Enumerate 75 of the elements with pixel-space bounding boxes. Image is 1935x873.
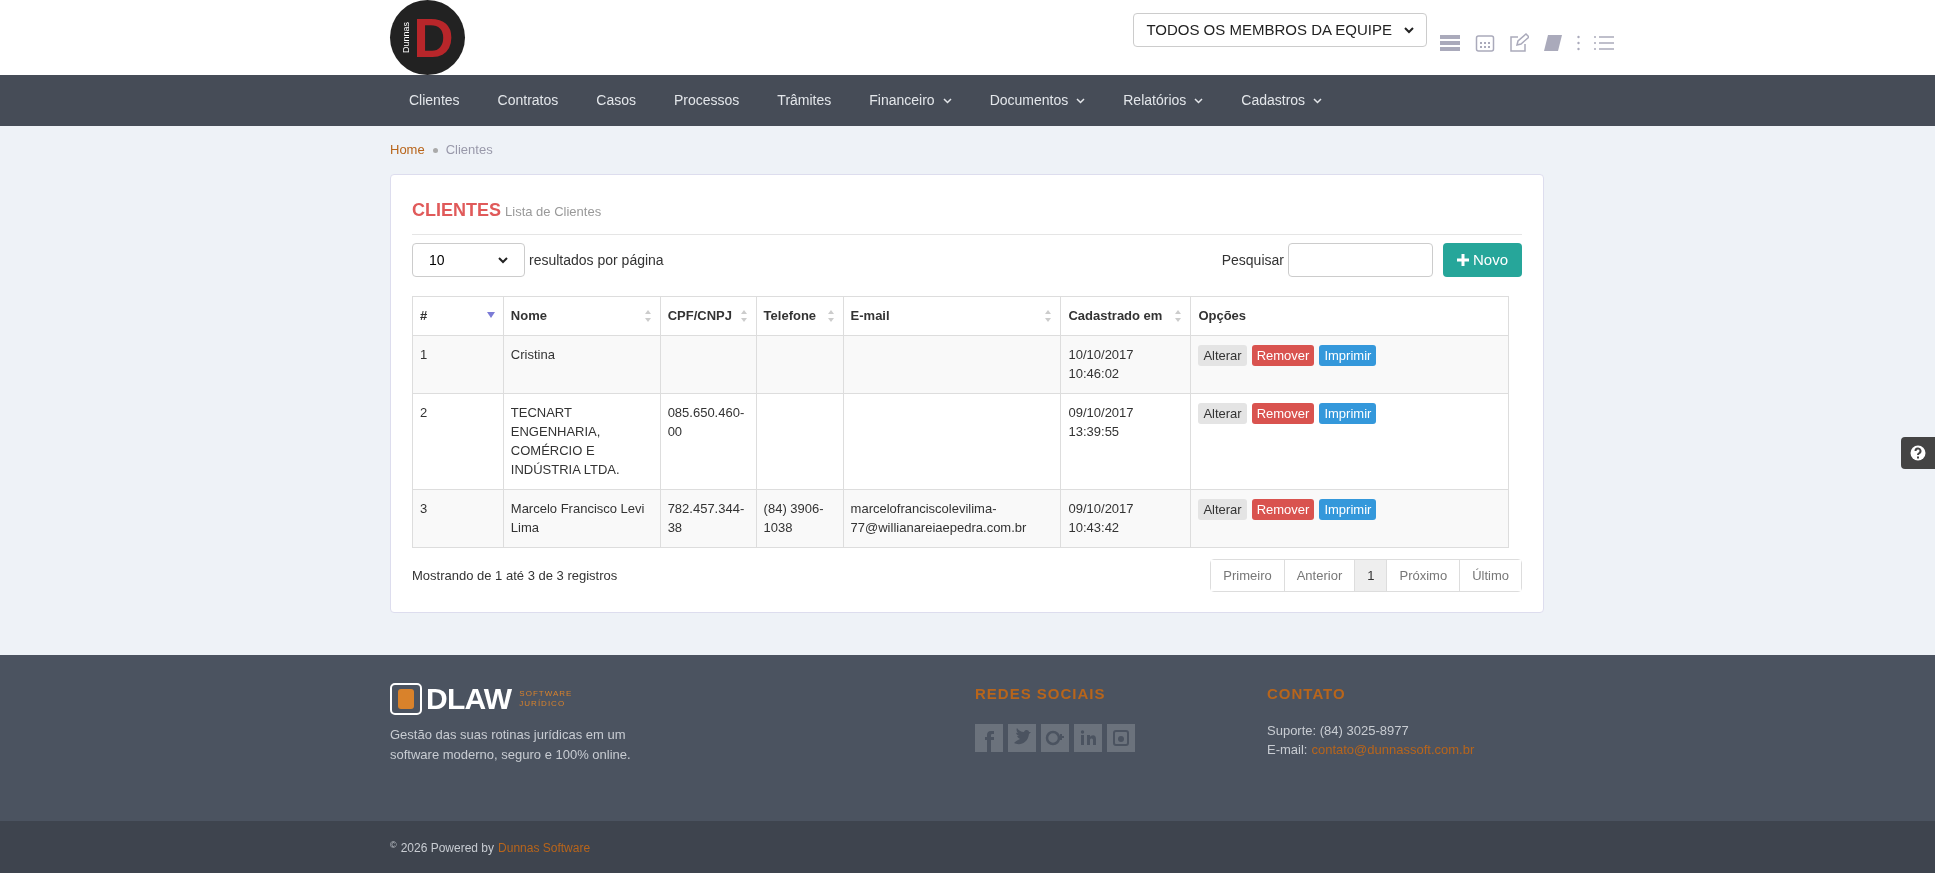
card-title: CLIENTES <box>412 199 501 222</box>
table-info: Mostrando de 1 até 3 de 3 registros <box>412 566 618 585</box>
nav-item[interactable]: Financeiro <box>850 75 971 126</box>
table-cell: 3 <box>412 489 504 548</box>
footer-brand: DLAW <box>426 684 512 714</box>
logo-letter: D <box>413 9 454 66</box>
google-plus-icon[interactable] <box>1041 723 1069 752</box>
nav-item[interactable]: Contratos <box>478 75 578 126</box>
chevron-icon <box>1404 26 1414 34</box>
facebook-icon[interactable] <box>975 723 1003 752</box>
table-cell: 2 <box>412 393 504 490</box>
contact-title: CONTATO <box>1267 684 1347 704</box>
calendar-icon[interactable] <box>1475 33 1495 53</box>
page-button[interactable]: 1 <box>1354 560 1387 591</box>
table-cell: (84) 3906-1038 <box>756 489 844 548</box>
edit-icon[interactable] <box>1509 33 1529 53</box>
table-cell: TECNART ENGENHARIA, COMÉRCIO E INDÚSTRIA LTDA. <box>503 393 661 490</box>
breadcrumb-separator <box>432 147 438 153</box>
nav-item[interactable]: Documentos <box>970 75 1105 126</box>
column-header[interactable]: Nome <box>503 296 661 336</box>
page-button[interactable]: Último <box>1459 560 1521 591</box>
column-header[interactable]: # <box>412 296 504 336</box>
email-label: E-mail: <box>1267 741 1308 759</box>
column-header[interactable]: E-mail <box>843 296 1061 336</box>
action-button[interactable]: Remover <box>1251 403 1315 424</box>
nav-item[interactable]: Relatórios <box>1104 75 1223 126</box>
brand-tagline: SOFTWARE <box>519 689 573 699</box>
action-button[interactable]: Remover <box>1251 499 1315 520</box>
table-cell: marcelofranciscolevilima-77@willianareiaepedra.com.br <box>843 489 1061 548</box>
list-icon[interactable] <box>1594 36 1614 50</box>
table-cell: 09/10/2017 10:43:42 <box>1061 489 1191 548</box>
table-cell: 1 <box>412 335 504 394</box>
dots-icon[interactable] <box>1577 35 1580 51</box>
column-header[interactable]: Telefone <box>756 296 844 336</box>
column-header[interactable]: Cadastrado em <box>1061 296 1191 336</box>
page-size-select[interactable]: 10 <box>412 243 525 277</box>
action-button[interactable]: Alterar <box>1198 499 1247 520</box>
social-title: REDES SOCIAIS <box>975 684 1107 704</box>
nav-item[interactable]: Processos <box>655 75 759 126</box>
search-label: Pesquisar <box>1221 250 1284 270</box>
copyright-text: 2026 Powered by <box>400 840 495 857</box>
twitter-icon[interactable] <box>1008 723 1036 752</box>
nav-item[interactable]: Cadastros <box>1222 75 1342 126</box>
linkedin-icon[interactable] <box>1074 723 1102 752</box>
column-header[interactable]: CPF/CNPJ <box>660 296 757 336</box>
copyright-mark: © <box>390 839 397 852</box>
action-button[interactable]: Remover <box>1251 345 1315 366</box>
page-size-label: resultados por página <box>529 250 664 270</box>
nav-item[interactable]: Clientes <box>390 75 479 126</box>
column-header: Opções <box>1190 296 1509 336</box>
action-button[interactable]: Alterar <box>1198 403 1247 424</box>
team-select[interactable]: TODOS OS MEMBROS DA EQUIPE <box>1133 13 1427 47</box>
logo-brand: Dunnas <box>402 22 412 53</box>
help-icon <box>1910 445 1926 461</box>
table-cell: 10/10/2017 10:46:02 <box>1061 335 1191 394</box>
help-button[interactable] <box>1901 437 1935 469</box>
nav-item[interactable]: Casos <box>577 75 655 126</box>
table-cell: Cristina <box>503 335 661 394</box>
server-icon[interactable] <box>1439 34 1461 52</box>
instagram-icon[interactable] <box>1107 723 1135 752</box>
search-field[interactable] <box>1287 243 1433 277</box>
breadcrumb-current: Clientes <box>445 141 493 160</box>
plus-icon <box>1456 254 1469 266</box>
table-cell: 085.650.460-00 <box>660 393 757 490</box>
support-phone: Suporte: (84) 3025-8977 <box>1267 721 1410 740</box>
footer-description: Gestão das suas rotinas jurídicas em um software moderno, seguro e 100% online. <box>390 726 632 764</box>
brand-tagline: JURÍDICO <box>519 699 567 709</box>
chevron-icon <box>498 256 508 264</box>
table-cell: Marcelo Francisco Levi Lima <box>503 489 661 548</box>
table-cell: 09/10/2017 13:39:55 <box>1061 393 1191 490</box>
action-button[interactable]: Alterar <box>1198 345 1247 366</box>
table-cell: 782.457.344-38 <box>660 489 757 548</box>
breadcrumb-link[interactable]: Home <box>390 140 425 160</box>
nav-item[interactable]: Trâmites <box>758 75 851 126</box>
card-subtitle: Lista de Clientes <box>505 203 602 221</box>
